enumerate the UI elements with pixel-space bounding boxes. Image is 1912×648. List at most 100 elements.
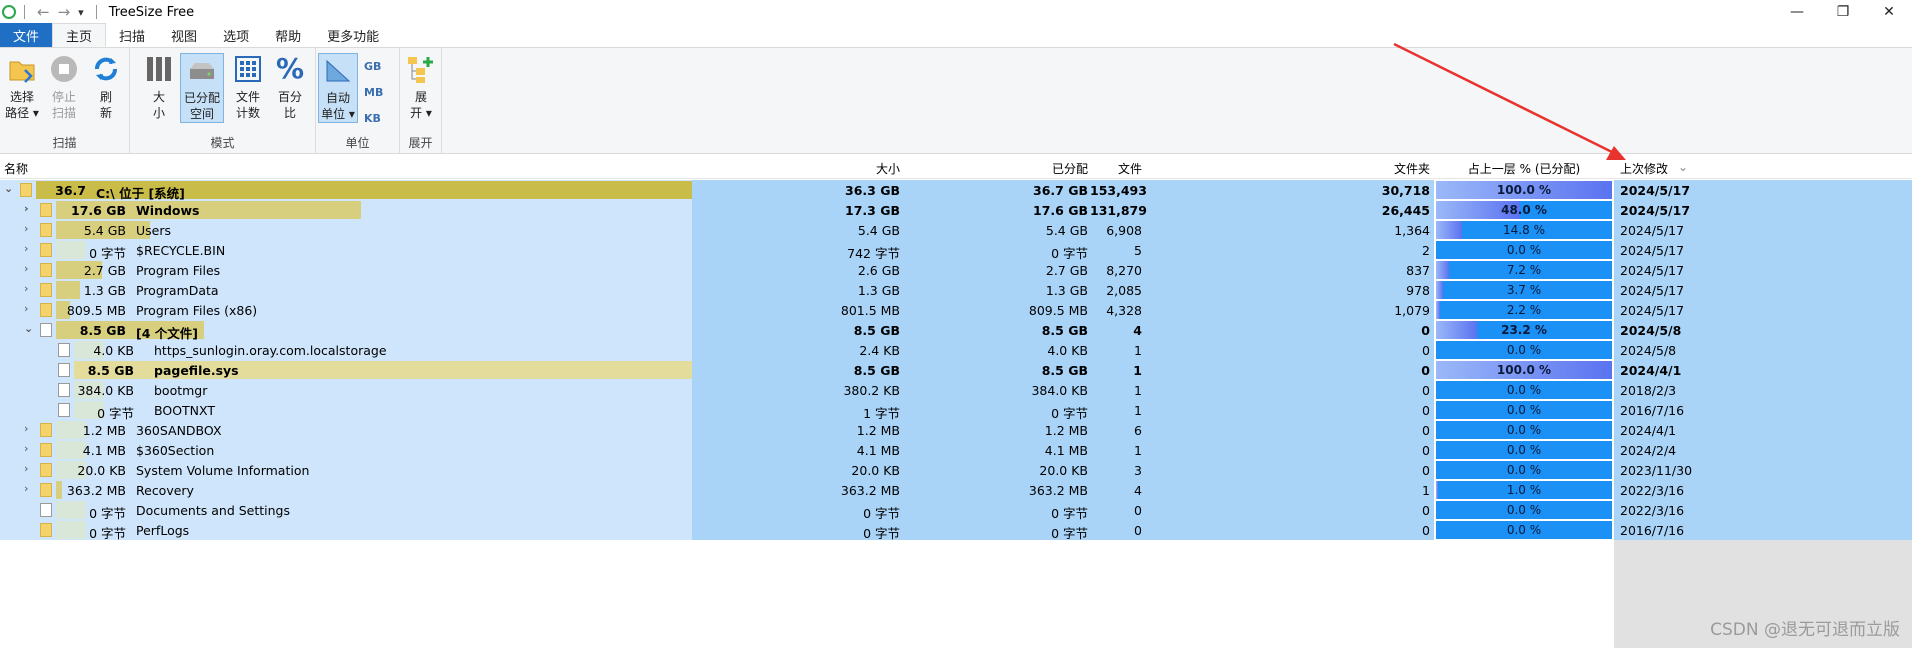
close-button[interactable]: ✕ — [1866, 0, 1912, 24]
expand-chevron-icon[interactable]: › — [24, 242, 28, 255]
column-modified[interactable]: 上次修改 — [1620, 160, 1668, 177]
column-header: 名称 大小 已分配 文件 文件夹 占上一层 % (已分配) 上次修改 ⌄ — [0, 157, 1912, 179]
quick-access-dropdown-icon[interactable]: ▾ — [78, 6, 84, 19]
expand-chevron-icon[interactable]: › — [24, 202, 29, 215]
allocated-value: 8.5 GB — [1041, 363, 1088, 378]
select-path-button[interactable]: 选择 路径 ▾ — [2, 53, 42, 121]
size-value: 8.5 GB — [853, 323, 900, 338]
percent-value: 0.0 % — [1506, 463, 1542, 477]
expand-chevron-icon[interactable]: › — [24, 302, 28, 315]
allocated-value: 8.5 GB — [1041, 323, 1088, 338]
stop-scan-button[interactable]: 停止 扫描 — [44, 53, 84, 121]
table-row[interactable]: 8.5 GB pagefile.sys 8.5 GB 8.5 GB 1 0 100.0 % 2… — [0, 360, 1912, 380]
table-row[interactable]: › 4.1 MB $360Section 4.1 MB 4.1 MB 1 0 0.0 % 202… — [0, 440, 1912, 460]
size-value: 1.3 GB — [857, 283, 900, 298]
tab-home[interactable]: 主页 — [52, 23, 107, 47]
tab-view[interactable]: 视图 — [158, 23, 210, 47]
forward-arrow-icon[interactable]: → — [58, 3, 71, 21]
percent-value: 0.0 % — [1506, 243, 1542, 257]
unit-kb-button[interactable]: KB — [364, 112, 381, 125]
table-row[interactable]: › 17.6 GB Windows 17.3 GB 17.6 GB 131,879 26,4… — [0, 200, 1912, 220]
item-name: Documents and Settings — [136, 503, 291, 518]
expand-chevron-icon[interactable]: › — [24, 462, 28, 475]
tab-file[interactable]: 文件 — [0, 23, 53, 47]
percent-value: 1.0 % — [1506, 483, 1542, 497]
tab-more[interactable]: 更多功能 — [314, 23, 392, 47]
table-row[interactable]: › 5.4 GB Users 5.4 GB 5.4 GB 6,908 1,364 14.8 %… — [0, 220, 1912, 240]
expand-chevron-icon[interactable]: › — [24, 222, 28, 235]
tab-scan[interactable]: 扫描 — [106, 23, 158, 47]
table-row[interactable]: › 20.0 KB System Volume Information 20.0 KB… — [0, 460, 1912, 480]
folders-value: 0 — [1421, 363, 1430, 378]
table-row[interactable]: ⌄ 8.5 GB [4 个文件] 8.5 GB 8.5 GB 4 0 23.2 % 2024/5… — [0, 320, 1912, 341]
minimize-button[interactable]: — — [1774, 0, 1820, 24]
table-row[interactable]: 0 字节 BOOTNXT 1 字节 0 字节 1 0 0.0 % 2016/7/16 — [0, 400, 1912, 421]
files-value: 0 — [1134, 523, 1142, 538]
file-count-label-2: 计数 — [235, 106, 260, 120]
percent-value: 7.2 % — [1506, 263, 1542, 277]
tab-help[interactable]: 帮助 — [262, 23, 314, 47]
table-row[interactable]: › 2.7 GB Program Files 2.6 GB 2.7 GB 8,270 837… — [0, 260, 1912, 280]
modified-date: 2016/7/16 — [1620, 403, 1685, 418]
table-row[interactable]: › 1.2 MB 360SANDBOX 1.2 MB 1.2 MB 6 0 0.0 % 2024… — [0, 420, 1912, 440]
unit-gb-button[interactable]: GB — [364, 60, 381, 73]
folder-open-icon — [6, 53, 38, 85]
file-count-button[interactable]: 文件 计数 — [228, 53, 268, 121]
files-value: 3 — [1134, 463, 1142, 478]
file-icon — [58, 383, 70, 397]
expand-chevron-icon[interactable]: › — [24, 422, 28, 435]
restore-button[interactable]: ❐ — [1820, 0, 1866, 24]
name-size-label: 384.0 KB — [77, 383, 134, 398]
title-separator — [24, 5, 25, 19]
expand-chevron-icon[interactable]: › — [24, 282, 28, 295]
expand-button[interactable]: 展 开 ▾ — [402, 53, 440, 121]
item-name: $360Section — [136, 443, 215, 458]
allocated-space-button[interactable]: 已分配 空间 — [180, 53, 224, 123]
unit-mb-button[interactable]: MB — [364, 86, 383, 99]
column-parent-percent[interactable]: 占上一层 % (已分配) — [1436, 160, 1612, 177]
group-label-expand: 展开 — [408, 136, 433, 150]
tab-options[interactable]: 选项 — [210, 23, 262, 47]
expand-chevron-icon[interactable]: ⌄ — [4, 182, 13, 195]
column-size[interactable]: 大小 — [820, 160, 900, 177]
folders-value: 0 — [1422, 343, 1430, 358]
group-label-scan: 扫描 — [52, 136, 77, 150]
column-allocated[interactable]: 已分配 — [1000, 160, 1088, 177]
file-icon — [58, 403, 70, 417]
sort-descending-icon: ⌄ — [1678, 160, 1689, 174]
item-name: BOOTNXT — [154, 403, 215, 418]
refresh-button[interactable]: 刷 新 — [86, 53, 126, 121]
folders-value: 0 — [1421, 323, 1430, 338]
table-row[interactable]: 4.0 KB https_sunlogin.oray.com.localstora… — [0, 340, 1912, 360]
file-icon — [40, 323, 52, 337]
size-label-2: 小 — [152, 106, 165, 120]
table-row[interactable]: › 809.5 MB Program Files (x86) 801.5 MB 809.… — [0, 300, 1912, 320]
table-row[interactable]: 0 字节 PerfLogs 0 字节 0 字节 0 0 0.0 % 2016/7/16 — [0, 520, 1912, 541]
percent-button[interactable]: % 百分 比 — [270, 53, 310, 121]
size-value: 4.1 MB — [856, 443, 900, 458]
expand-chevron-icon[interactable]: › — [24, 482, 28, 495]
table-row[interactable]: ⌄36.7 GBC:\ 位于 [系统]36.3 GB36.7 GB153,493… — [0, 180, 1912, 213]
auto-unit-button[interactable]: 自动 单位 ▾ — [318, 53, 358, 123]
expand-chevron-icon[interactable]: ⌄ — [24, 322, 33, 335]
column-name[interactable]: 名称 — [4, 160, 28, 177]
back-arrow-icon[interactable]: ← — [37, 3, 50, 21]
modified-date: 2024/5/17 — [1620, 223, 1685, 238]
folder-icon — [40, 523, 52, 537]
stop-icon — [48, 53, 80, 85]
size-mode-button[interactable]: 大 小 — [142, 53, 176, 121]
table-row[interactable]: › 1.3 GB ProgramData 1.3 GB 1.3 GB 2,085 978 3.… — [0, 280, 1912, 300]
table-row[interactable]: › 0 字节 $RECYCLE.BIN 742 字节 0 字节 5 2 0.0 % 2024/5… — [0, 240, 1912, 261]
expand-chevron-icon[interactable]: › — [24, 262, 28, 275]
table-row[interactable]: 0 字节 Documents and Settings 0 字节 0 字节 0 0 0.0 … — [0, 500, 1912, 521]
size-value: 2.4 KB — [859, 343, 900, 358]
table-row[interactable]: 384.0 KB bootmgr 380.2 KB 384.0 KB 1 0 0.0 % 20… — [0, 380, 1912, 400]
column-files[interactable]: 文件 — [1092, 160, 1142, 177]
files-value: 131,879 — [1090, 203, 1147, 218]
folders-value: 0 — [1422, 443, 1430, 458]
table-row[interactable]: › 363.2 MB Recovery 363.2 MB 363.2 MB 4 1 1.0 %… — [0, 480, 1912, 500]
size-value: 363.2 MB — [840, 483, 900, 498]
expand-chevron-icon[interactable]: › — [24, 442, 28, 455]
column-folders[interactable]: 文件夹 — [1340, 160, 1430, 177]
percent-bar: 1.0 % — [1436, 481, 1612, 499]
